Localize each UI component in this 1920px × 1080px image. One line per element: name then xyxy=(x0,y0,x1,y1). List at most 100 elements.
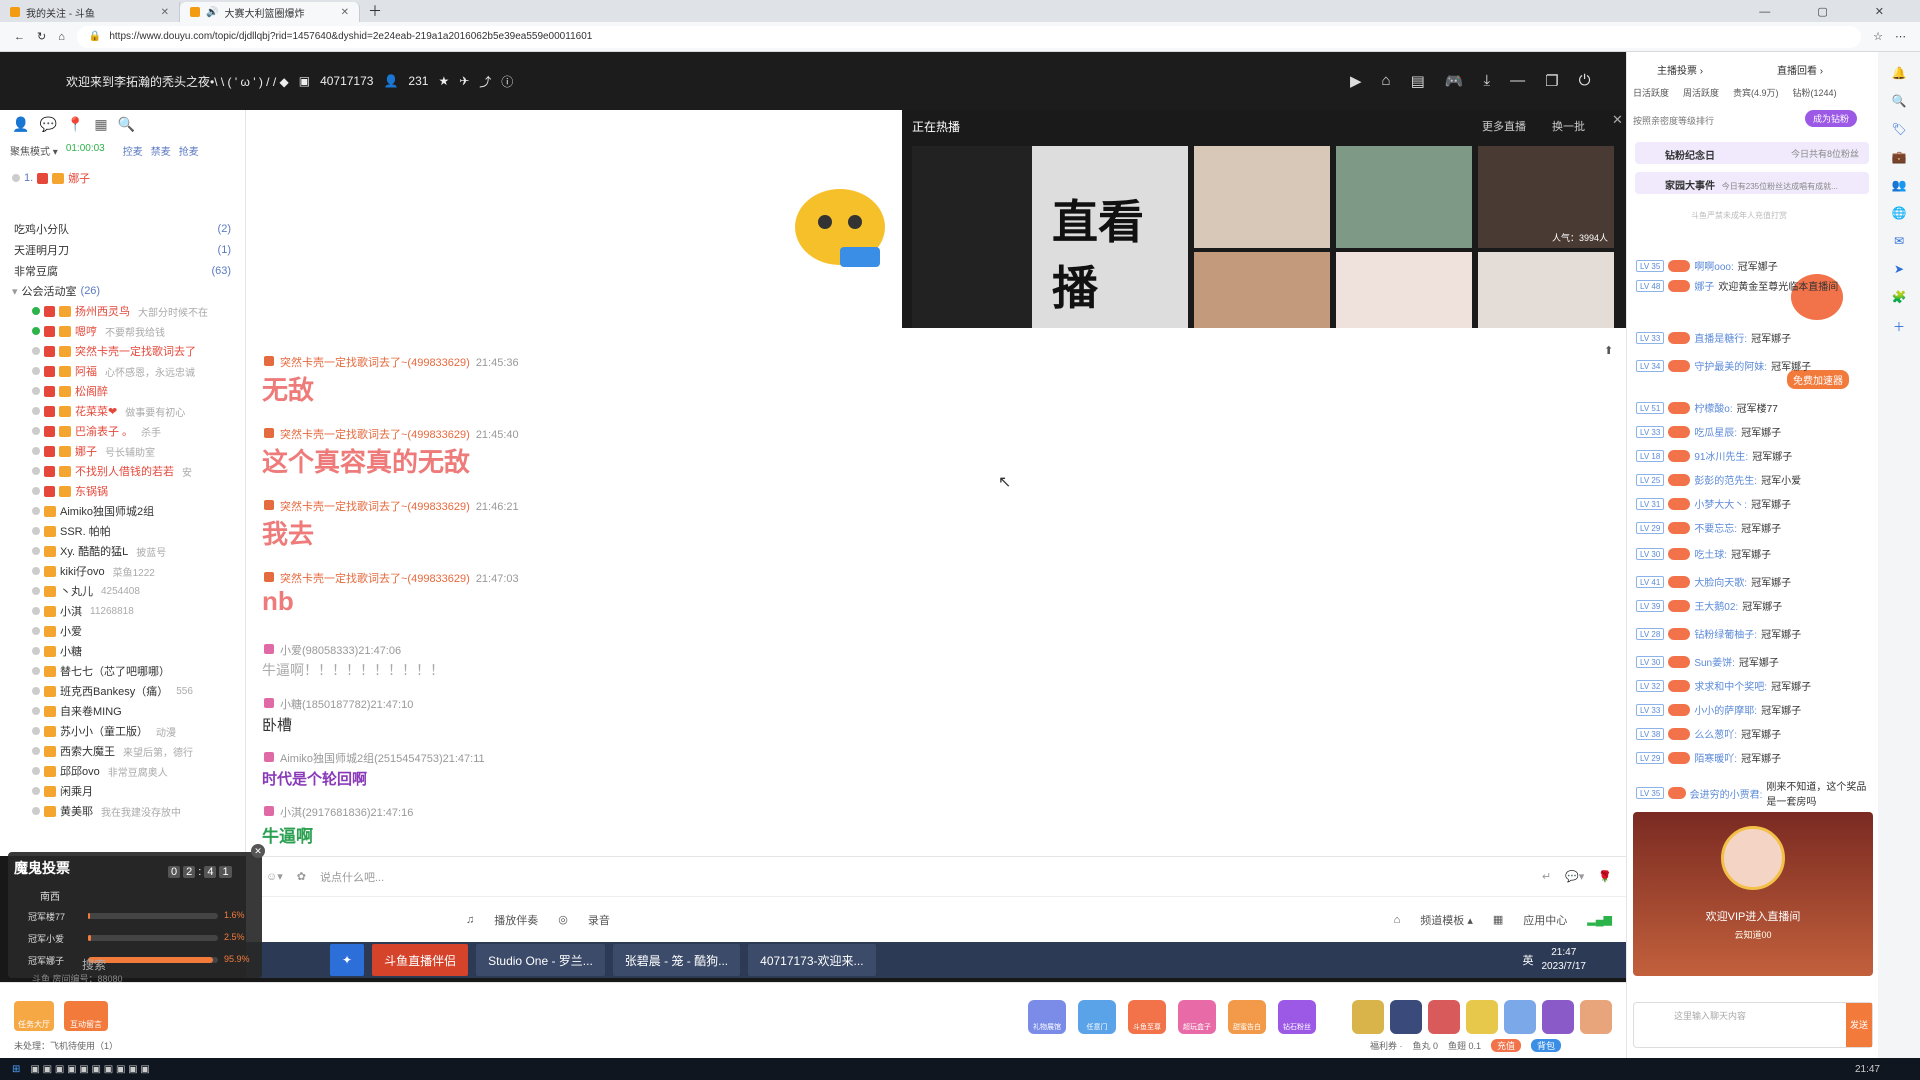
pin-icon[interactable]: 📍 xyxy=(67,116,84,133)
gift-item[interactable]: 斗鱼至尊 xyxy=(1128,1000,1166,1034)
globe-icon[interactable]: 🌐 xyxy=(1892,206,1907,220)
member-row[interactable]: 西索大魔王 来望后第，德行 xyxy=(0,741,245,761)
member-row[interactable]: 小淇 11268818 xyxy=(0,601,245,621)
mic-action[interactable]: 控麦 xyxy=(123,143,143,158)
music-icon[interactable]: ♫ xyxy=(466,914,474,926)
play-accompaniment[interactable]: 播放伴奏 xyxy=(494,912,538,928)
message-user[interactable]: Aimiko独国师城2组(2515454753) xyxy=(280,753,443,765)
new-tab-icon[interactable]: ＋ xyxy=(368,1,382,21)
task-hall-button[interactable]: 任务大厅 xyxy=(14,1001,54,1031)
member-row[interactable]: 扬州西灵鸟 大部分时候不在 xyxy=(0,301,245,321)
join-fans-button[interactable]: 成为钻粉 xyxy=(1805,110,1858,127)
member-row[interactable]: 闲乘月 xyxy=(0,781,245,801)
search-icon[interactable]: 🔍 xyxy=(118,116,135,133)
chat-input-box[interactable]: 这里输入聊天内容 发送 xyxy=(1633,1002,1873,1048)
gamepad-icon[interactable]: 🎮 xyxy=(1445,72,1464,90)
record-button[interactable]: 录音 xyxy=(588,912,610,928)
rank-tab[interactable]: 贵宾(4.9万) xyxy=(1733,86,1779,99)
taskbar-app[interactable]: 张碧晨 - 笼 - 酷狗... xyxy=(612,944,741,976)
fan-user[interactable]: 吃土球: xyxy=(1694,546,1727,561)
message-user[interactable]: 突然卡壳一定找歌词去了~(499833629) xyxy=(280,429,470,441)
search-icon[interactable]: 🔍 xyxy=(1892,94,1907,108)
gift-item[interactable] xyxy=(1352,1000,1384,1034)
fan-user[interactable]: 大脸向天歌: xyxy=(1694,574,1747,589)
stream-thumb[interactable]: 人气：3994人 xyxy=(1478,146,1614,248)
stream-thumb[interactable] xyxy=(1194,146,1330,248)
recharge-button[interactable]: 充值 xyxy=(1491,1039,1522,1052)
member-row[interactable]: 丶丸儿 4254408 xyxy=(0,581,245,601)
record-icon[interactable]: ◎ xyxy=(558,913,568,926)
extensions-icon[interactable]: ⋯ xyxy=(1895,30,1906,43)
send-icon[interactable]: ➤ xyxy=(1894,262,1904,276)
member-row[interactable]: 花菜菜❤ 做事要有初心 xyxy=(0,401,245,421)
member-row[interactable]: 巴渝表子 。杀手 xyxy=(0,421,245,441)
fan-user[interactable]: 不要忘忘: xyxy=(1694,520,1737,535)
stream-thumb[interactable] xyxy=(1336,252,1472,328)
chat-input[interactable]: 说点什么吧... xyxy=(320,869,1528,885)
diamond-day-banner[interactable]: 钻粉纪念日 今日共有8位粉丝 xyxy=(1635,142,1869,164)
sticker-icon[interactable]: ✿ xyxy=(297,870,306,883)
rose-icon[interactable]: 🌹 xyxy=(1598,870,1612,883)
stream-thumb[interactable] xyxy=(1336,146,1472,248)
fan-user[interactable]: 守护最美的阿妹: xyxy=(1694,358,1767,373)
gift-item[interactable] xyxy=(1428,1000,1460,1034)
rank-tab[interactable]: 日活跃度 xyxy=(1633,86,1669,99)
featured-stream-thumb[interactable]: 直看播 xyxy=(912,146,1188,328)
taskbar-app[interactable]: 斗鱼直播伴侣 xyxy=(372,944,469,976)
bubble-icon[interactable]: 💬▾ xyxy=(1565,870,1584,883)
gift-item[interactable] xyxy=(1580,1000,1612,1034)
layout-icon[interactable]: ▤ xyxy=(1411,72,1425,90)
member-row[interactable]: 邱邱ovo 非常豆腐奥人 xyxy=(0,761,245,781)
gift-item[interactable]: 礼物展馆 xyxy=(1028,1000,1066,1034)
home-icon[interactable]: ⌂ xyxy=(1394,914,1401,926)
gift-item[interactable]: 任意门 xyxy=(1078,1000,1116,1034)
fan-user[interactable]: Sun姜饼: xyxy=(1694,654,1735,669)
info-icon[interactable]: ⓘ xyxy=(501,73,513,90)
member-row[interactable]: 小糖 xyxy=(0,641,245,661)
member-row[interactable]: 东锅锅 xyxy=(0,481,245,501)
bell-icon[interactable]: 🔔 xyxy=(1892,66,1907,80)
taskbar-app[interactable]: Studio One - 罗兰... xyxy=(476,944,605,976)
fan-user[interactable]: 么么葱吖: xyxy=(1694,726,1737,741)
emoji-icon[interactable]: ☺▾ xyxy=(266,870,283,883)
member-row[interactable]: Xy. 酷酷的猛L 披蓝号 xyxy=(0,541,245,561)
close-icon[interactable]: ✕ xyxy=(251,844,265,858)
apps-icon[interactable]: ▦ xyxy=(1493,913,1503,926)
minimize-icon[interactable]: — xyxy=(1510,72,1525,90)
gift-item[interactable] xyxy=(1466,1000,1498,1034)
star-icon[interactable]: ★ xyxy=(438,74,449,88)
gift-item[interactable]: 甜蜜告白 xyxy=(1228,1000,1266,1034)
member-row[interactable]: 松阁醉 xyxy=(0,381,245,401)
fan-user[interactable]: 吃瓜星辰: xyxy=(1694,424,1737,439)
gift-item[interactable] xyxy=(1504,1000,1536,1034)
search-label[interactable]: 搜索 xyxy=(82,956,106,973)
enter-icon[interactable]: ↵ xyxy=(1542,870,1551,883)
back-icon[interactable]: ← xyxy=(14,31,25,43)
group-row[interactable]: 天涯明月刀 (1) xyxy=(0,239,245,260)
taskbar-apps[interactable]: ▣ ▣ ▣ ▣ ▣ ▣ ▣ ▣ ▣ ▣ xyxy=(30,1064,150,1075)
lobby-row[interactable]: ▾ 公会活动室 (26) xyxy=(0,281,245,301)
gift-item[interactable] xyxy=(1542,1000,1574,1034)
member-row[interactable]: 小爱 xyxy=(0,621,245,641)
member-row[interactable]: 黄美耶 我在我建没存放中 xyxy=(0,801,245,821)
user-icon[interactable]: 👤 xyxy=(12,116,29,133)
message-user[interactable]: 小糖(1850187782) xyxy=(280,699,371,711)
fan-user[interactable]: 啊啊ooo: xyxy=(1694,258,1733,273)
briefcase-icon[interactable]: 💼 xyxy=(1892,150,1907,164)
fan-user[interactable]: 小小的萨摩耶: xyxy=(1694,702,1757,717)
member-row[interactable]: 自来卷MING xyxy=(0,701,245,721)
fan-user[interactable]: 彭彭的范先生: xyxy=(1694,472,1757,487)
message-user[interactable]: 突然卡壳一定找歌词去了~(499833629) xyxy=(280,501,470,513)
video-icon[interactable]: ▶ xyxy=(1350,72,1362,90)
close-tab-icon[interactable]: ✕ xyxy=(161,7,169,18)
plane-icon[interactable]: ✈ xyxy=(459,74,469,88)
gift-item[interactable] xyxy=(1390,1000,1422,1034)
windows-icon[interactable]: ⊞ xyxy=(12,1064,20,1075)
member-row[interactable]: 娜子 号长辅助室 xyxy=(0,441,245,461)
close-tab-icon[interactable]: ✕ xyxy=(341,7,349,18)
gift-item[interactable]: 钻石粉丝 xyxy=(1278,1000,1316,1034)
window-controls[interactable]: — ▢ ✕ xyxy=(1759,5,1906,18)
member-row[interactable]: 不找别人借钱的若若安 xyxy=(0,461,245,481)
member-row[interactable]: 苏小小（童工版） 动漫 xyxy=(0,721,245,741)
gift-item[interactable]: 超玩盒子 xyxy=(1178,1000,1216,1034)
